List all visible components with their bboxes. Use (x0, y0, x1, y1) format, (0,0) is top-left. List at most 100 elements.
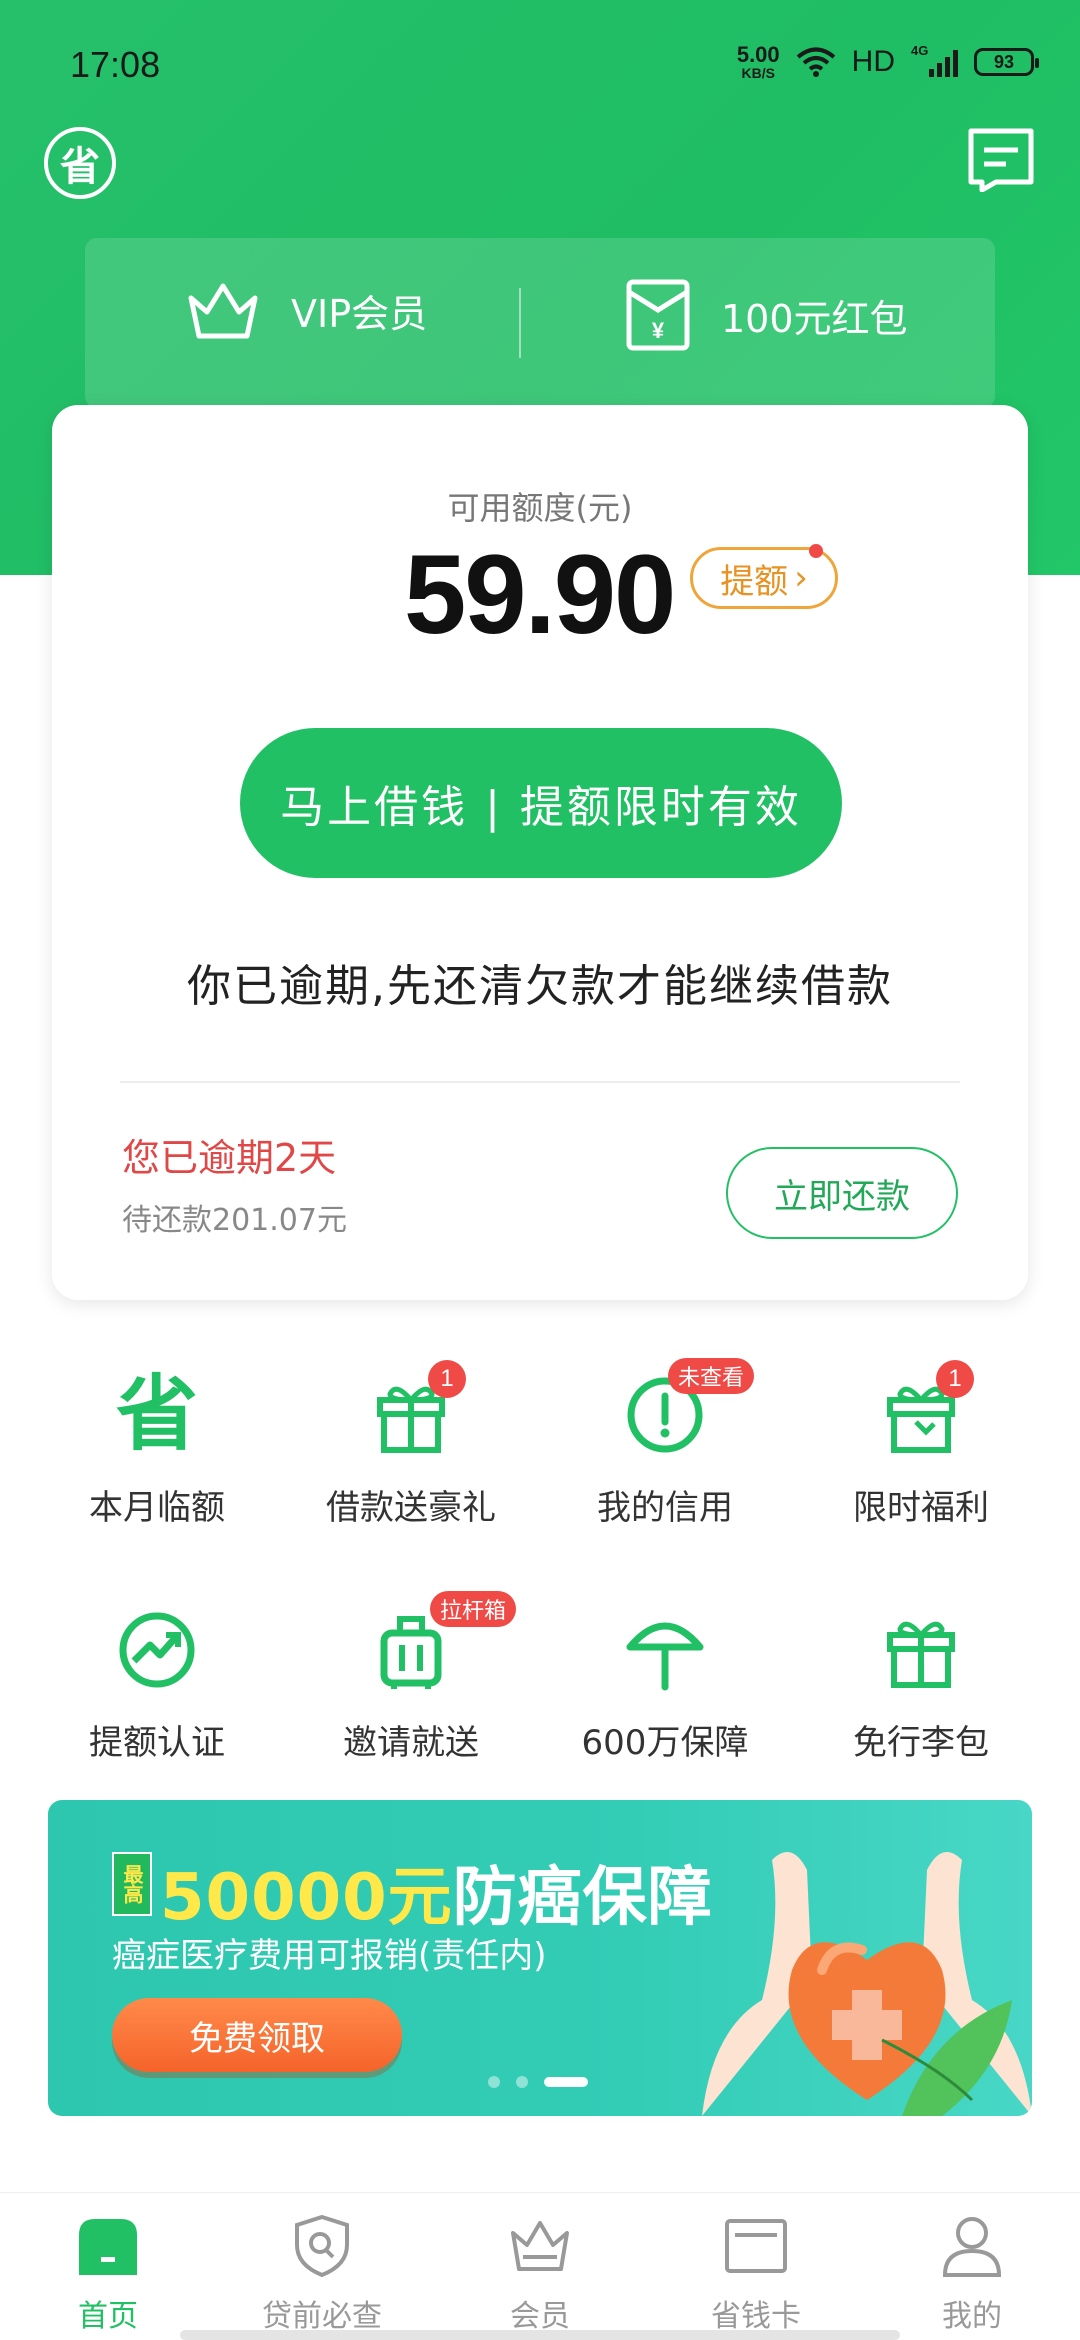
status-bar: 17:08 5.00 KB/S HD 4G 93 (0, 0, 1080, 130)
home-indicator[interactable] (180, 2330, 900, 2340)
signal-bar (937, 63, 942, 77)
credit-icon-wrap: 未查看 (620, 1358, 755, 1460)
vip-divider (519, 288, 521, 358)
grid-item-free-bag[interactable]: 免行李包 (786, 1605, 1056, 1764)
vip-member-label: VIP会员 (291, 291, 428, 336)
overdue-notice: 你已逾期,先还清欠款才能继续借款 (187, 961, 893, 1012)
network-speed-unit: KB/S (741, 65, 775, 81)
cellular-signal-icon: 4G (911, 43, 958, 77)
overdue-days-text: 您已逾期2天 (122, 1136, 337, 1180)
home-icon (79, 2219, 137, 2275)
grid-item-invite-gift[interactable]: 拉杆箱 邀请就送 (276, 1591, 546, 1764)
gift-box-icon-wrap: 1 (366, 1360, 466, 1460)
nav-label: 省钱卡 (711, 2299, 801, 2334)
crown-icon (188, 283, 258, 339)
network-speed-value: 5.00 (736, 42, 780, 67)
nav-item-profile[interactable]: 我的 (872, 2213, 1072, 2335)
pending-repayment-text: 待还款201.07元 (122, 1203, 347, 1238)
grid-item-limited-benefits[interactable]: 1 限时福利 (786, 1360, 1056, 1529)
raise-quota-label: 提额 (720, 561, 789, 602)
card-divider (120, 1081, 960, 1083)
gift-icon (887, 1621, 955, 1688)
shield-search-icon (295, 2214, 349, 2278)
repay-now-button[interactable]: 立即还款 (726, 1147, 958, 1239)
signal-bar (953, 50, 958, 77)
banner-max-tag: 最高 (112, 1852, 152, 1916)
notification-badge: 1 (428, 1360, 466, 1398)
message-icon[interactable] (966, 126, 1036, 192)
banner-pagination (488, 2076, 588, 2088)
grid-item-monthly-quota[interactable]: 省 本月临额 (22, 1370, 292, 1529)
banner-tag-text: 最高 (120, 1864, 144, 1904)
red-packet-label: 100元红包 (721, 296, 908, 341)
hands-heart-illustration (702, 1852, 1032, 2116)
red-packet-entry[interactable]: ¥ 100元红包 (625, 278, 908, 352)
banner-dot-active[interactable] (544, 2077, 588, 2087)
red-packet-icon: ¥ (626, 279, 690, 351)
wifi-icon (796, 47, 835, 77)
banner-claim-button[interactable]: 免费领取 (112, 1998, 402, 2072)
grid-item-label: 限时福利 (853, 1488, 989, 1528)
grid-item-label: 我的信用 (597, 1488, 733, 1528)
available-quota-amount: 59.90 (404, 532, 676, 657)
status-time: 17:08 (70, 44, 161, 85)
banner-dot[interactable] (516, 2076, 528, 2088)
save-char-icon: 省 (115, 1367, 198, 1462)
network-type: 4G (911, 43, 929, 58)
nav-item-pre-loan-check[interactable]: 贷前必查 (222, 2213, 422, 2335)
battery-level: 93 (993, 51, 1015, 72)
user-icon (942, 2217, 1002, 2277)
nav-label: 我的 (942, 2299, 1002, 2334)
notification-badge: 1 (936, 1360, 974, 1398)
grid-item-my-credit[interactable]: 未查看 我的信用 (530, 1358, 800, 1529)
vip-member-entry[interactable]: VIP会员 (185, 278, 427, 342)
nav-label: 贷前必查 (262, 2299, 382, 2334)
nav-item-member[interactable]: 会员 (440, 2213, 640, 2335)
trend-up-icon (119, 1612, 195, 1688)
app-logo[interactable]: 省 (44, 127, 116, 199)
banner-dot[interactable] (488, 2076, 500, 2088)
banner-title-amount: 50000元 (160, 1861, 453, 1935)
grid-item-label: 本月临额 (89, 1488, 225, 1528)
chevron-right-icon: › (794, 558, 808, 598)
nav-item-saving-card[interactable]: 省钱卡 (656, 2213, 856, 2335)
raise-quota-button[interactable]: 提额 › (690, 544, 838, 609)
trend-icon-wrap (112, 1605, 202, 1695)
nav-label: 会员 (510, 2299, 570, 2334)
nav-item-home[interactable]: 首页 (8, 2213, 208, 2335)
grid-item-label: 免行李包 (853, 1723, 989, 1763)
luggage-icon-wrap: 拉杆箱 (366, 1591, 517, 1695)
grid-item-insurance[interactable]: 600万保障 (530, 1605, 800, 1764)
hd-indicator: HD (851, 45, 895, 78)
bag-icon-wrap (876, 1605, 966, 1695)
banner-title-rest: 防癌保障 (452, 1861, 713, 1935)
notification-dot (809, 544, 823, 558)
promo-badge: 拉杆箱 (430, 1591, 517, 1627)
network-speed: 5.00 KB/S (736, 42, 780, 81)
umbrella-icon (626, 1622, 704, 1691)
available-quota-label: 可用额度(元) (447, 489, 633, 527)
svg-text:¥: ¥ (652, 318, 665, 343)
borrow-now-button[interactable]: 马上借钱 | 提额限时有效 (240, 728, 842, 878)
card-icon (725, 2219, 787, 2273)
credit-card-panel: 可用额度(元) 59.90 提额 › 马上借钱 | 提额限时有效 你已逾期,先还… (52, 405, 1028, 1300)
banner-title: 50000元防癌保障 (160, 1846, 713, 1938)
vip-promo-bar: VIP会员 ¥ 100元红包 (85, 238, 995, 408)
promo-banner[interactable]: 最高 50000元防癌保障 癌症医疗费用可报销(责任内) 免费领取 (48, 1800, 1032, 2116)
signal-bar (929, 69, 934, 77)
grid-item-raise-certification[interactable]: 提额认证 (22, 1605, 292, 1764)
banner-subtitle: 癌症医疗费用可报销(责任内) (112, 1936, 547, 1976)
grid-item-label: 邀请就送 (343, 1723, 479, 1763)
umbrella-icon-wrap (620, 1605, 710, 1695)
crown-icon (511, 2221, 569, 2271)
benefits-icon-wrap: 1 (876, 1360, 974, 1460)
nav-label: 首页 (78, 2299, 138, 2334)
grid-item-label: 提额认证 (89, 1723, 225, 1763)
status-indicators: 5.00 KB/S HD 4G 93 (736, 42, 1039, 81)
battery-indicator: 93 (974, 48, 1039, 76)
grid-item-label: 600万保障 (581, 1723, 749, 1763)
grid-item-label: 借款送豪礼 (326, 1488, 496, 1528)
unviewed-badge: 未查看 (668, 1358, 755, 1394)
bottom-navigation: 首页 贷前必查 会员 省钱卡 我的 (0, 2192, 1080, 2340)
grid-item-borrow-gift[interactable]: 1 借款送豪礼 (276, 1360, 546, 1529)
